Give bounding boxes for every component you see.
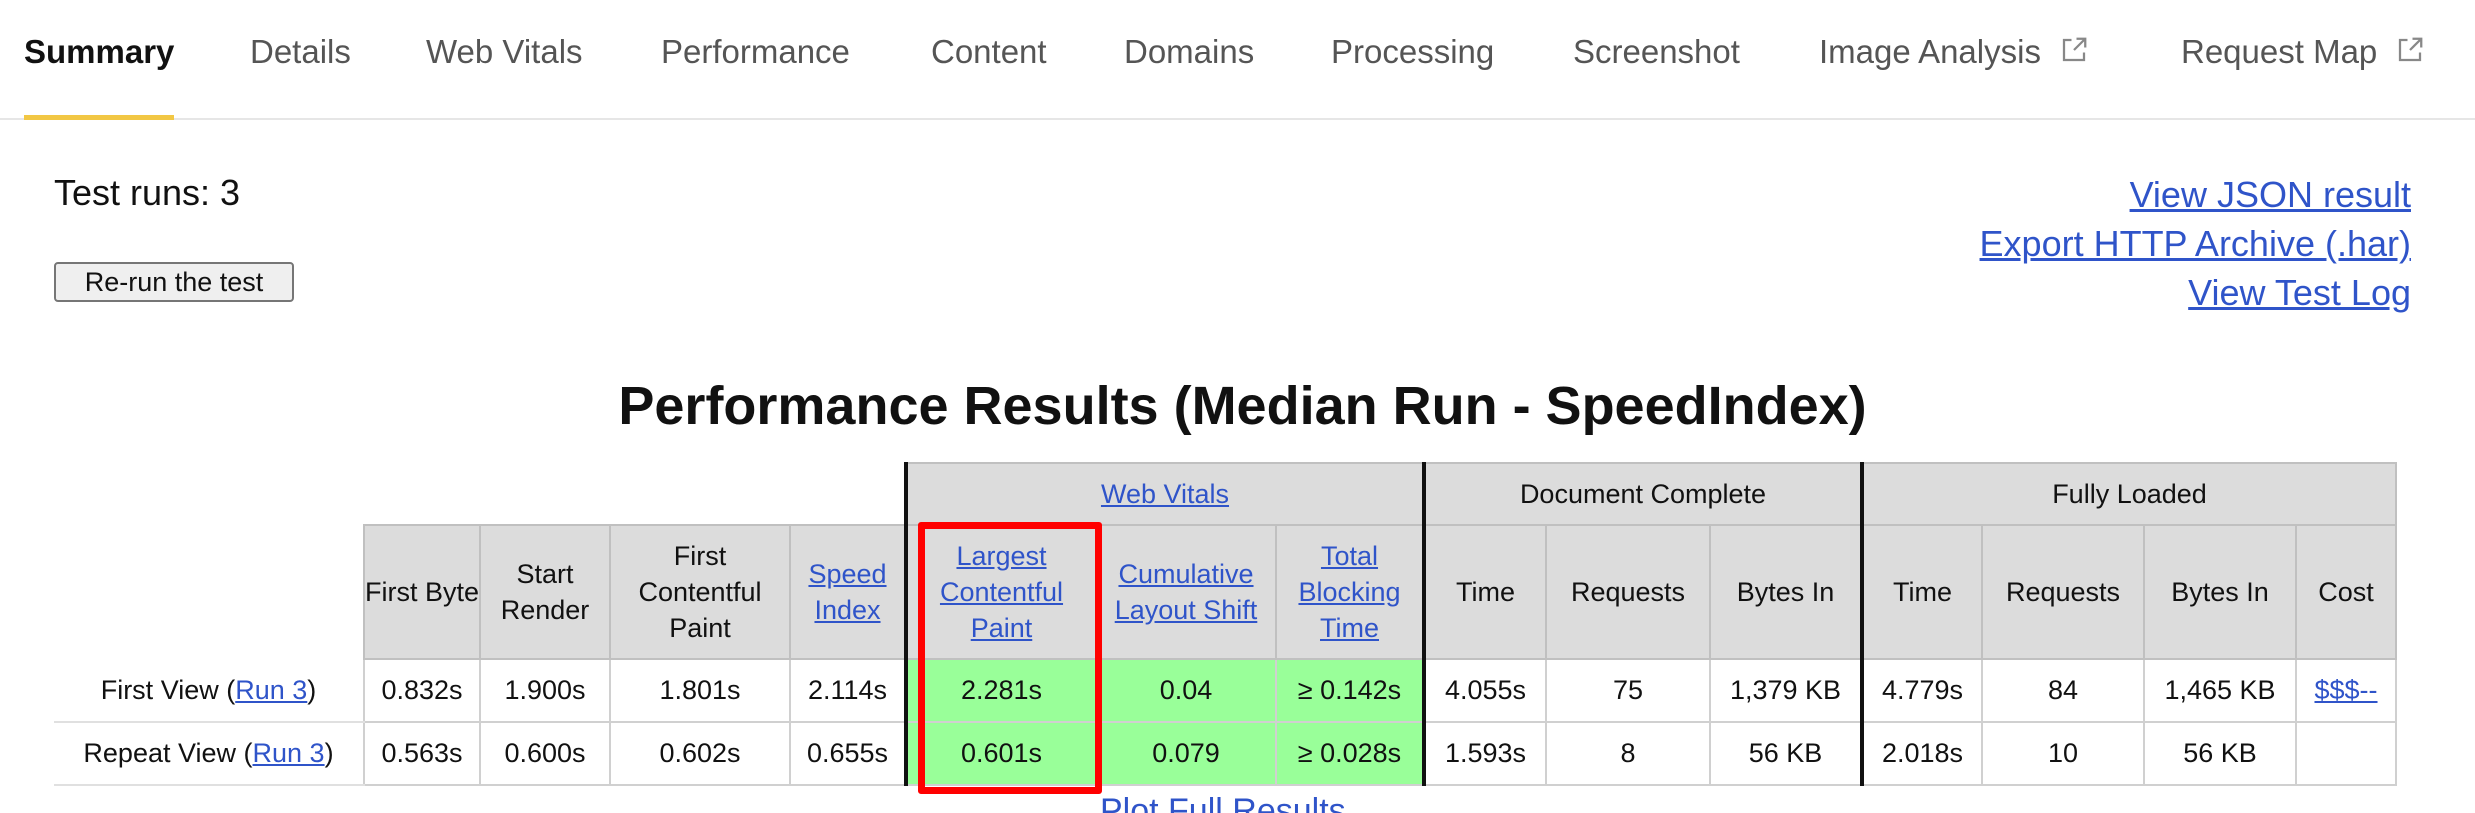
- cell-fl-time: 2.018s: [1861, 721, 1983, 786]
- cell-fcp: 0.602s: [609, 721, 791, 786]
- export-har-link[interactable]: Export HTTP Archive (.har): [1980, 219, 2411, 268]
- tab-label: Screenshot: [1573, 33, 1740, 70]
- cell-cls: 0.079: [1095, 721, 1277, 786]
- tab-label: Details: [250, 33, 351, 70]
- tab-label: Domains: [1124, 33, 1255, 70]
- cell-lcp: 2.281s: [904, 658, 1097, 723]
- lcp-link[interactable]: Largest Contentful Paint: [940, 541, 1063, 643]
- table-row: Repeat View (Run 3) 0.563s 0.600s 0.602s…: [54, 721, 2397, 786]
- row-label-text: First View (: [100, 674, 236, 705]
- col-largest-contentful-paint: Largest Contentful Paint: [904, 524, 1097, 660]
- table-row: First View (Run 3) 0.832s 1.900s 1.801s …: [54, 658, 2397, 723]
- tab-label: Content: [931, 33, 1047, 70]
- cell-cost: $$$--: [2295, 658, 2397, 723]
- cell-speed-index: 2.114s: [789, 658, 907, 723]
- group-web-vitals: Web Vitals: [904, 462, 1426, 526]
- result-links: View JSON result Export HTTP Archive (.h…: [1980, 170, 2411, 317]
- tab-label: Image Analysis: [1819, 33, 2041, 70]
- cell-dc-requests: 75: [1545, 658, 1711, 723]
- empty-header: [54, 463, 906, 525]
- empty-header: [54, 525, 364, 659]
- cell-fl-requests: 10: [1981, 721, 2145, 786]
- tab-request-map[interactable]: Request Map: [2181, 30, 2425, 120]
- plot-full-results-link[interactable]: Plot Full Results: [1100, 792, 1346, 813]
- col-fl-bytes-in: Bytes In: [2143, 524, 2297, 660]
- cell-dc-bytes-in: 56 KB: [1709, 721, 1864, 786]
- run-link[interactable]: Run 3: [235, 675, 307, 705]
- col-first-contentful-paint: First Contentful Paint: [609, 524, 791, 660]
- row-label-repeat-view: Repeat View (Run 3): [54, 722, 364, 786]
- tab-image-analysis[interactable]: Image Analysis: [1819, 30, 2089, 120]
- external-link-icon: [2399, 37, 2423, 62]
- col-fl-requests: Requests: [1981, 524, 2145, 660]
- cell-start-render: 1.900s: [479, 658, 611, 723]
- tab-summary[interactable]: Summary: [24, 30, 175, 120]
- row-label-close: ): [324, 738, 334, 768]
- tab-performance[interactable]: Performance: [661, 30, 850, 120]
- tab-content[interactable]: Content: [931, 30, 1047, 120]
- web-vitals-link[interactable]: Web Vitals: [1101, 479, 1229, 509]
- rerun-test-button[interactable]: Re-run the test: [54, 262, 294, 302]
- cell-start-render: 0.600s: [479, 721, 611, 786]
- cell-fl-time: 4.779s: [1861, 658, 1983, 723]
- table-column-header-row: First Byte Start Render First Contentful…: [54, 524, 2397, 660]
- tab-web-vitals[interactable]: Web Vitals: [426, 30, 583, 120]
- cell-cls: 0.04: [1095, 658, 1277, 723]
- cell-dc-requests: 8: [1545, 721, 1711, 786]
- view-test-log-link[interactable]: View Test Log: [1980, 268, 2411, 317]
- col-cumulative-layout-shift: Cumulative Layout Shift: [1095, 524, 1277, 660]
- cell-tbt: ≥ 0.028s: [1275, 721, 1426, 786]
- table-group-header-row: Web Vitals Document Complete Fully Loade…: [54, 462, 2397, 526]
- row-label-first-view: First View (Run 3): [54, 659, 364, 723]
- cell-lcp: 0.601s: [904, 721, 1097, 786]
- tab-details[interactable]: Details: [250, 30, 351, 120]
- tab-bar: Summary Details Web Vitals Performance C…: [0, 0, 2475, 120]
- results-table: Web Vitals Document Complete Fully Loade…: [54, 462, 2397, 786]
- cell-speed-index: 0.655s: [789, 721, 907, 786]
- col-dc-time: Time: [1423, 524, 1547, 660]
- tab-domains[interactable]: Domains: [1124, 30, 1254, 120]
- col-speed-index: Speed Index: [789, 524, 907, 660]
- row-label-text: Repeat View (: [83, 738, 253, 768]
- run-link[interactable]: Run 3: [253, 738, 325, 768]
- speed-index-link[interactable]: Speed Index: [808, 559, 886, 625]
- group-fully-loaded: Fully Loaded: [1861, 462, 2397, 526]
- row-label-close: ): [307, 674, 317, 705]
- col-dc-requests: Requests: [1545, 524, 1711, 660]
- cell-fl-bytes-in: 1,465 KB: [2143, 658, 2297, 723]
- cell-first-byte: 0.563s: [363, 721, 481, 786]
- tab-label: Summary: [24, 33, 175, 70]
- col-start-render: Start Render: [479, 524, 611, 660]
- cell-dc-time: 1.593s: [1423, 721, 1547, 786]
- group-document-complete: Document Complete: [1423, 462, 1864, 526]
- cell-tbt: ≥ 0.142s: [1275, 658, 1426, 723]
- page-title: Performance Results (Median Run - SpeedI…: [618, 376, 1867, 436]
- cell-dc-bytes-in: 1,379 KB: [1709, 658, 1864, 723]
- tbt-link[interactable]: Total Blocking Time: [1298, 541, 1400, 643]
- cell-fcp: 1.801s: [609, 658, 791, 723]
- cost-link[interactable]: $$$--: [2314, 675, 2377, 705]
- test-runs-count: Test runs: 3: [54, 172, 241, 213]
- cls-link[interactable]: Cumulative Layout Shift: [1115, 559, 1258, 625]
- tab-label: Request Map: [2181, 33, 2378, 70]
- col-fl-time: Time: [1861, 524, 1983, 660]
- tab-label: Web Vitals: [426, 33, 583, 70]
- cell-fl-bytes-in: 56 KB: [2143, 721, 2297, 786]
- col-total-blocking-time: Total Blocking Time: [1275, 524, 1426, 660]
- col-cost: Cost: [2295, 524, 2397, 660]
- col-dc-bytes-in: Bytes In: [1709, 524, 1864, 660]
- active-tab-indicator: [24, 115, 175, 120]
- cell-cost: [2295, 721, 2397, 786]
- cell-fl-requests: 84: [1981, 658, 2145, 723]
- view-json-link[interactable]: View JSON result: [1980, 170, 2411, 219]
- tab-label: Performance: [661, 33, 850, 70]
- tab-screenshot[interactable]: Screenshot: [1573, 30, 1740, 120]
- external-link-icon: [2062, 37, 2087, 62]
- cell-first-byte: 0.832s: [363, 658, 481, 723]
- tab-processing[interactable]: Processing: [1331, 30, 1494, 120]
- col-first-byte: First Byte: [363, 524, 481, 660]
- tab-label: Processing: [1331, 33, 1495, 70]
- cell-dc-time: 4.055s: [1423, 658, 1547, 723]
